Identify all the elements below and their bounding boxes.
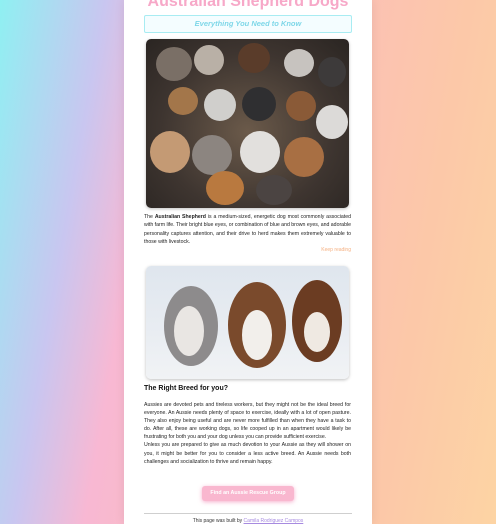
intro-breed-name: Australian Shepherd xyxy=(154,214,206,220)
author-link[interactable]: Camila Rodriguez Campos xyxy=(244,518,304,524)
three-aussies-photo xyxy=(146,266,349,379)
keep-reading-link[interactable]: Keep reading xyxy=(274,247,351,253)
intro-prefix: The xyxy=(144,214,155,220)
footer: This page was built by Camila Rodriguez … xyxy=(124,518,372,524)
footer-divider xyxy=(144,513,352,514)
page-title: Australian Shepherd Dogs xyxy=(147,0,349,10)
footer-prefix: This page was built by xyxy=(192,518,244,524)
section-paragraph-1: Aussies are devoted pets and tireless wo… xyxy=(144,402,351,441)
page-subtitle: Everything You Need to Know xyxy=(144,15,352,33)
section-paragraph-2: Unless you are prepared to give as much … xyxy=(144,442,351,465)
find-rescue-group-button[interactable]: Find an Aussie Rescue Group xyxy=(202,486,294,501)
page-card: Australian Shepherd Dogs Everything You … xyxy=(124,0,372,524)
group-of-aussies-photo xyxy=(146,39,349,208)
section-heading: The Right Breed for you? xyxy=(144,385,228,392)
section-body: Aussies are devoted pets and tireless wo… xyxy=(144,401,351,466)
intro-paragraph: The Australian Shepherd is a medium-size… xyxy=(144,213,351,246)
